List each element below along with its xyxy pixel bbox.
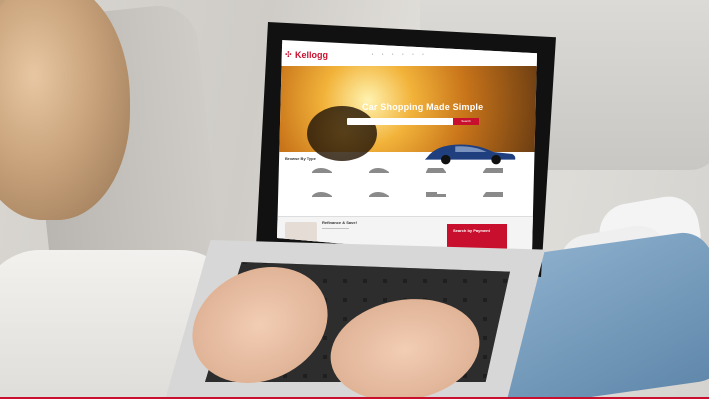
car-icon bbox=[311, 192, 332, 197]
refinance-title[interactable]: Refinance & Save! bbox=[322, 220, 357, 225]
vehicle-type-item[interactable] bbox=[468, 190, 517, 204]
logo-icon: ✣ bbox=[285, 50, 292, 59]
car-icon bbox=[368, 192, 389, 197]
car-image bbox=[424, 144, 516, 165]
nav-items: ▪ ▪ ▪ ▪ ▪ ▪ bbox=[372, 52, 423, 56]
laptop-screen: ✣ Kellogg ▪ ▪ ▪ ▪ ▪ ▪ Car Shopping Made … bbox=[277, 40, 537, 260]
van-icon bbox=[482, 192, 503, 197]
browse-heading: Browse By Type bbox=[285, 156, 316, 161]
hero-banner: Car Shopping Made Simple Search bbox=[277, 66, 537, 165]
search-by-payment-title: Search by Payment bbox=[453, 228, 490, 233]
van-icon bbox=[482, 168, 503, 173]
nav-item[interactable]: ▪ bbox=[392, 52, 393, 56]
vehicle-type-item[interactable] bbox=[354, 166, 403, 180]
nav-item[interactable]: ▪ bbox=[402, 52, 403, 56]
search-button[interactable]: Search bbox=[453, 118, 479, 125]
brand-logo[interactable]: Kellogg bbox=[295, 50, 328, 60]
suv-icon bbox=[425, 168, 446, 173]
vehicle-type-item[interactable] bbox=[297, 166, 346, 180]
photo-scene: ✣ Kellogg ▪ ▪ ▪ ▪ ▪ ▪ Car Shopping Made … bbox=[0, 0, 709, 399]
vehicle-type-item[interactable] bbox=[297, 190, 346, 204]
nav-item[interactable]: ▪ bbox=[422, 52, 423, 56]
nav-item[interactable]: ▪ bbox=[412, 52, 413, 56]
truck-icon bbox=[425, 192, 446, 197]
vehicle-type-item[interactable] bbox=[411, 166, 460, 180]
vehicle-type-item[interactable] bbox=[411, 190, 460, 204]
nav-item[interactable]: ▪ bbox=[372, 52, 373, 56]
hero-title: Car Shopping Made Simple bbox=[362, 102, 484, 112]
vehicle-type-grid bbox=[297, 166, 517, 204]
refinance-subtext: ▁▁▁▁▁▁▁▁▁▁▁▁▁▁ bbox=[322, 226, 349, 229]
car-icon bbox=[368, 168, 389, 173]
vehicle-type-item[interactable] bbox=[354, 190, 403, 204]
car-icon bbox=[311, 168, 332, 173]
tree bbox=[307, 106, 377, 161]
vehicle-type-item[interactable] bbox=[468, 166, 517, 180]
nav-item[interactable]: ▪ bbox=[382, 52, 383, 56]
